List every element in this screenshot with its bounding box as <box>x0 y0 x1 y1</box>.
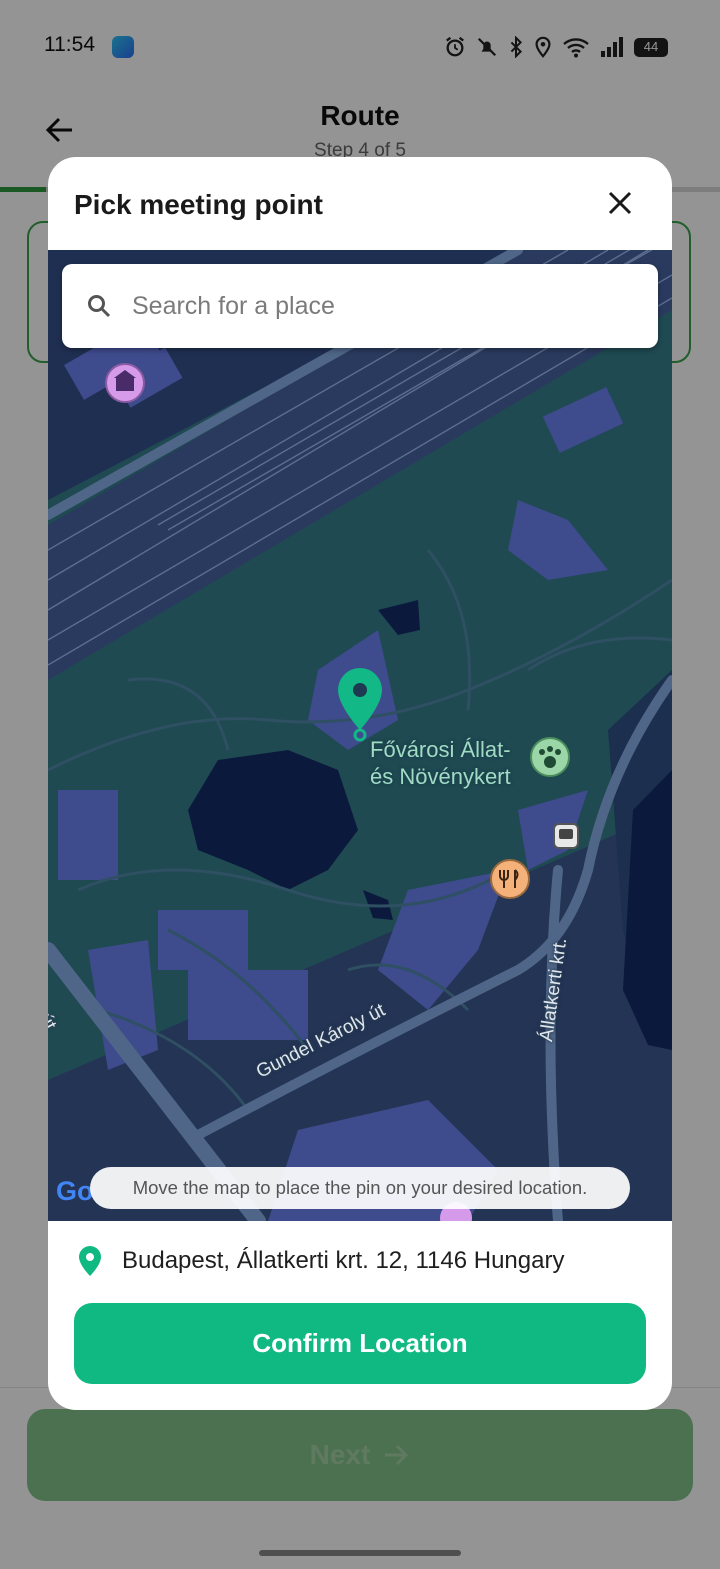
location-pin-icon <box>79 1246 101 1276</box>
map-place-label: Fővárosi Állat- és Növénykert <box>370 736 511 790</box>
search-input[interactable] <box>130 290 614 322</box>
zoo-icon <box>530 737 570 777</box>
google-logo: Go <box>56 1176 94 1206</box>
map-canvas <box>48 250 672 1221</box>
confirm-location-button[interactable]: Confirm Location <box>74 1303 646 1384</box>
modal-header: Pick meeting point <box>48 157 672 250</box>
search-icon <box>88 295 111 318</box>
close-button[interactable] <box>596 179 644 227</box>
map-place-label-line2: és Növénykert <box>370 764 511 789</box>
close-icon <box>608 191 632 215</box>
restaurant-icon <box>490 859 530 899</box>
map-place-label-line1: Fővárosi Állat- <box>370 737 511 762</box>
address-text: Budapest, Állatkerti krt. 12, 1146 Hunga… <box>122 1247 565 1274</box>
map-view[interactable]: Fővárosi Állat- és Növénykert Gundel Kár… <box>48 250 672 1221</box>
selected-address: Budapest, Állatkerti krt. 12, 1146 Hunga… <box>48 1221 672 1301</box>
bus-stop-icon <box>553 823 579 849</box>
modal-title: Pick meeting point <box>74 189 323 220</box>
pick-meeting-point-modal: Pick meeting point Search for a place Fő… <box>48 157 672 1410</box>
map-hint: Move the map to place the pin on your de… <box>90 1167 630 1209</box>
museum-icon <box>105 363 145 403</box>
search-bar[interactable] <box>62 264 658 348</box>
